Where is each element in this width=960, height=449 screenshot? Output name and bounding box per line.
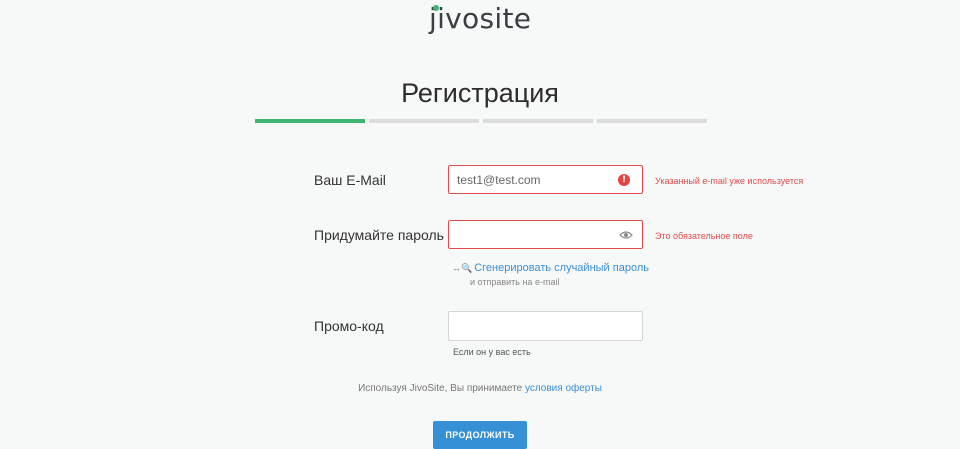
jivosite-logo[interactable]: j ivosite xyxy=(429,0,531,34)
progress-step-3 xyxy=(483,119,593,123)
password-field[interactable] xyxy=(448,220,643,249)
password-error: Это обязательное поле xyxy=(655,231,753,241)
terms-notice: Используя JivoSite, Вы принимаете услови… xyxy=(0,383,960,394)
eye-icon[interactable] xyxy=(619,230,633,240)
page-title: Регистрация xyxy=(401,78,559,108)
email-field[interactable]: test1@test.com ! xyxy=(448,165,643,194)
logo-dot xyxy=(433,5,439,11)
email-label: Ваш E-Mail xyxy=(314,172,386,188)
email-error: Указанный e-mail уже используется xyxy=(655,176,804,186)
email-value: test1@test.com xyxy=(457,173,541,187)
password-label: Придумайте пароль xyxy=(314,227,444,243)
error-icon: ! xyxy=(618,174,630,186)
registration-progress xyxy=(255,119,707,123)
continue-button[interactable]: ПРОДОЛЖИТЬ xyxy=(433,421,527,449)
generate-password-link[interactable]: Сгенерировать случайный пароль xyxy=(474,262,649,274)
progress-step-1 xyxy=(255,119,365,123)
logo-text: j ivosite xyxy=(429,2,532,35)
promo-hint: Если он у вас есть xyxy=(453,347,531,357)
terms-text: Используя JivoSite, Вы принимаете xyxy=(358,383,525,394)
promo-label: Промо-код xyxy=(314,318,384,334)
generate-password[interactable]: ↔🔍 Сгенерировать случайный пароль xyxy=(452,262,649,274)
terms-link[interactable]: условия оферты xyxy=(525,383,602,394)
key-icon: ↔🔍 xyxy=(452,263,473,273)
generate-password-subtext: и отправить на e-mail xyxy=(470,277,560,287)
progress-step-2 xyxy=(369,119,479,123)
promo-code-field[interactable] xyxy=(448,311,643,341)
progress-step-4 xyxy=(597,119,707,123)
logo-letter-j: j xyxy=(429,2,439,35)
